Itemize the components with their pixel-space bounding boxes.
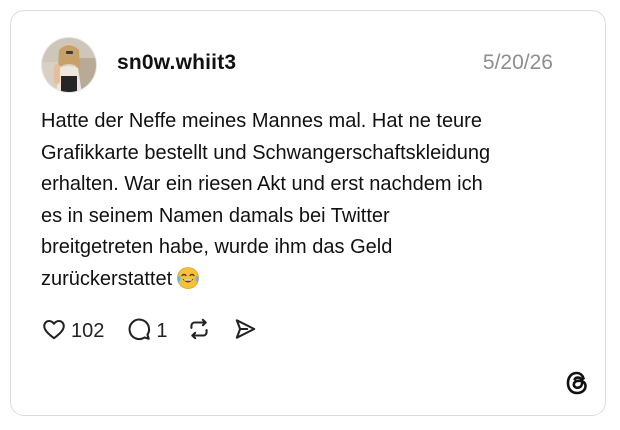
post-date: 5/20/26 [482, 51, 553, 74]
post-text-line: erhalten. War ein riesen Akt und erst na… [41, 173, 483, 195]
heart-icon [41, 316, 67, 347]
threads-logo-icon[interactable] [563, 369, 591, 397]
post-text-line: zurückerstattet [41, 267, 173, 290]
action-bar: 102 1 [41, 316, 258, 346]
like-button[interactable]: 102 [41, 316, 104, 347]
tears-of-joy-emoji-icon [176, 266, 200, 301]
post-text: Hatte der Neffe meines Mannes mal. Hat n… [41, 106, 571, 300]
repost-button[interactable] [186, 316, 212, 347]
avatar[interactable] [41, 37, 97, 93]
post-text-line: Grafikkarte bestellt und Schwangerschaft… [41, 141, 491, 164]
post-text-line: es in seinem Namen damals bei Twitter [41, 204, 390, 227]
like-count: 102 [71, 319, 105, 342]
send-icon [232, 316, 258, 347]
post-text-line: breitgetreten habe, wurde ihm das Geld [41, 236, 393, 258]
username[interactable]: sn0w.whiit3 [117, 51, 236, 75]
avatar-image [42, 38, 96, 92]
comment-icon [126, 316, 152, 347]
reply-count: 1 [156, 319, 168, 342]
post-text-line: Hatte der Neffe meines Mannes mal. Hat n… [41, 110, 482, 132]
share-button[interactable] [232, 316, 258, 347]
reply-button[interactable]: 1 [126, 316, 168, 347]
post-text-last-line: zurückerstattet [41, 264, 571, 301]
post-card: sn0w.whiit3 5/20/26 Hatte der Neffe mein… [10, 10, 606, 416]
repost-icon [186, 316, 212, 347]
